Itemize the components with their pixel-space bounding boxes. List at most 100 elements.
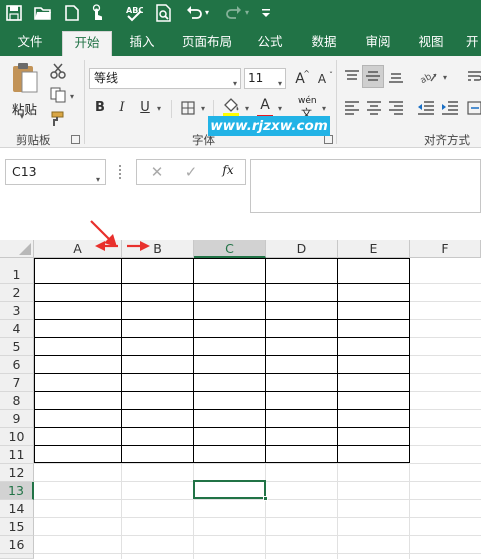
- row-header-17-partial[interactable]: [0, 554, 34, 559]
- svg-text:ab: ab: [420, 72, 434, 85]
- row-header-1[interactable]: 1: [0, 266, 34, 284]
- wrap-text-button[interactable]: [466, 66, 481, 88]
- column-header-a[interactable]: A: [34, 240, 122, 258]
- formula-input[interactable]: [250, 159, 481, 213]
- row-header-9[interactable]: 9: [0, 410, 34, 428]
- paste-dropdown-icon[interactable]: ▾: [20, 112, 24, 121]
- row-header-8[interactable]: 8: [0, 392, 34, 410]
- row-header-7[interactable]: 7: [0, 374, 34, 392]
- tab-data[interactable]: 数据: [306, 31, 342, 56]
- align-center-button[interactable]: [364, 97, 384, 119]
- decrease-font-size-button[interactable]: Aˇ: [313, 68, 333, 90]
- increase-indent-icon: [442, 101, 458, 115]
- font-name-dropdown-icon[interactable]: ▾: [233, 74, 237, 93]
- paste-button[interactable]: 粘贴: [8, 62, 42, 118]
- redo-dropdown-icon[interactable]: ▾: [242, 3, 252, 23]
- gridline: [34, 499, 481, 500]
- underline-dropdown-icon[interactable]: ▾: [157, 104, 161, 113]
- align-bottom-button[interactable]: [386, 66, 406, 88]
- row-header-6[interactable]: 6: [0, 356, 34, 374]
- align-left-button[interactable]: [342, 97, 362, 119]
- phonetic-guide-button[interactable]: wén 文: [295, 96, 323, 120]
- row-header-15[interactable]: 15: [0, 518, 34, 536]
- decrease-caret-icon: ˇ: [329, 71, 333, 80]
- row-header-12[interactable]: 12: [0, 464, 34, 482]
- touch-mode-icon[interactable]: [88, 3, 108, 23]
- tab-file[interactable]: 文件: [12, 31, 48, 56]
- formula-bar-grip-icon[interactable]: [119, 165, 122, 179]
- font-launcher-icon[interactable]: [324, 135, 333, 144]
- bold-button[interactable]: B: [91, 97, 109, 119]
- column-header-f[interactable]: F: [410, 240, 481, 258]
- tab-insert[interactable]: 插入: [122, 31, 162, 56]
- clipboard-launcher-icon[interactable]: [71, 135, 80, 144]
- column-header-c[interactable]: C: [194, 240, 266, 258]
- name-box[interactable]: C13 ▾: [5, 159, 106, 185]
- name-box-dropdown-icon[interactable]: ▾: [96, 168, 100, 192]
- fill-handle[interactable]: [263, 496, 268, 501]
- ribbon-home: 粘贴 ▾ ▾ 剪贴板 等线 ▾ 11 ▾ A ^ Aˇ B I U ▾ ▾ ▾ A…: [0, 56, 481, 148]
- italic-button[interactable]: I: [114, 97, 130, 119]
- active-cell-c13[interactable]: [193, 480, 266, 499]
- fill-color-button[interactable]: [221, 95, 241, 117]
- row-header-14[interactable]: 14: [0, 500, 34, 518]
- table-border: [265, 259, 266, 462]
- redo-icon[interactable]: [224, 3, 244, 23]
- underline-button[interactable]: U: [137, 97, 153, 119]
- merge-center-button[interactable]: [466, 97, 481, 119]
- font-name-select[interactable]: 等线 ▾: [89, 68, 241, 89]
- insert-function-icon[interactable]: fx: [217, 163, 239, 181]
- select-all-corner[interactable]: [0, 240, 34, 258]
- customize-qat-icon[interactable]: [259, 3, 273, 23]
- borders-icon: [181, 101, 195, 115]
- decrease-indent-button[interactable]: [416, 97, 436, 119]
- font-color-dropdown-icon[interactable]: ▾: [278, 104, 282, 113]
- align-right-button[interactable]: [386, 97, 406, 119]
- save-icon[interactable]: [4, 3, 24, 23]
- copy-button[interactable]: [47, 84, 69, 106]
- new-file-icon[interactable]: [62, 3, 82, 23]
- tab-formulas[interactable]: 公式: [252, 31, 288, 56]
- align-top-button[interactable]: [342, 66, 362, 88]
- print-preview-icon[interactable]: [154, 3, 174, 23]
- tab-review[interactable]: 审阅: [360, 31, 396, 56]
- column-header-e[interactable]: E: [338, 240, 410, 258]
- align-middle-button[interactable]: [362, 65, 384, 88]
- orientation-button[interactable]: ab: [418, 66, 440, 88]
- column-header-d[interactable]: D: [266, 240, 338, 258]
- cancel-icon[interactable]: ✕: [147, 163, 167, 181]
- row-header-13[interactable]: 13: [0, 482, 34, 500]
- copy-dropdown-icon[interactable]: ▾: [70, 92, 74, 101]
- cut-button[interactable]: [47, 60, 69, 82]
- font-size-dropdown-icon[interactable]: ▾: [278, 74, 282, 93]
- row-header-3[interactable]: 3: [0, 302, 34, 320]
- tab-home[interactable]: 开始: [62, 31, 112, 56]
- row-header-4[interactable]: 4: [0, 320, 34, 338]
- phonetic-dropdown-icon[interactable]: ▾: [322, 104, 326, 113]
- open-folder-icon[interactable]: [33, 3, 53, 23]
- fill-color-dropdown-icon[interactable]: ▾: [245, 104, 249, 113]
- undo-icon[interactable]: [184, 3, 204, 23]
- borders-button[interactable]: [179, 97, 197, 119]
- row-header-2[interactable]: 2: [0, 284, 34, 302]
- column-header-b[interactable]: B: [122, 240, 194, 258]
- row-header-11[interactable]: 11: [0, 446, 34, 464]
- format-painter-button[interactable]: [47, 108, 69, 130]
- font-color-button[interactable]: A: [256, 94, 274, 118]
- tab-page-layout[interactable]: 页面布局: [176, 31, 238, 56]
- tab-developer[interactable]: 开: [466, 31, 481, 56]
- row-header-10[interactable]: 10: [0, 428, 34, 446]
- tab-view[interactable]: 视图: [413, 31, 449, 56]
- row-header-16[interactable]: 16: [0, 536, 34, 554]
- copy-icon: [50, 87, 66, 103]
- font-size-select[interactable]: 11 ▾: [244, 68, 286, 89]
- enter-icon[interactable]: ✓: [181, 163, 201, 181]
- increase-font-size-button[interactable]: A ^: [291, 68, 310, 90]
- borders-dropdown-icon[interactable]: ▾: [201, 104, 205, 113]
- undo-dropdown-icon[interactable]: ▾: [202, 3, 212, 23]
- row-header-5[interactable]: 5: [0, 338, 34, 356]
- table-border: [35, 445, 409, 446]
- increase-indent-button[interactable]: [440, 97, 460, 119]
- spelling-check-icon[interactable]: ABC: [124, 3, 144, 23]
- orientation-dropdown-icon[interactable]: ▾: [443, 73, 447, 82]
